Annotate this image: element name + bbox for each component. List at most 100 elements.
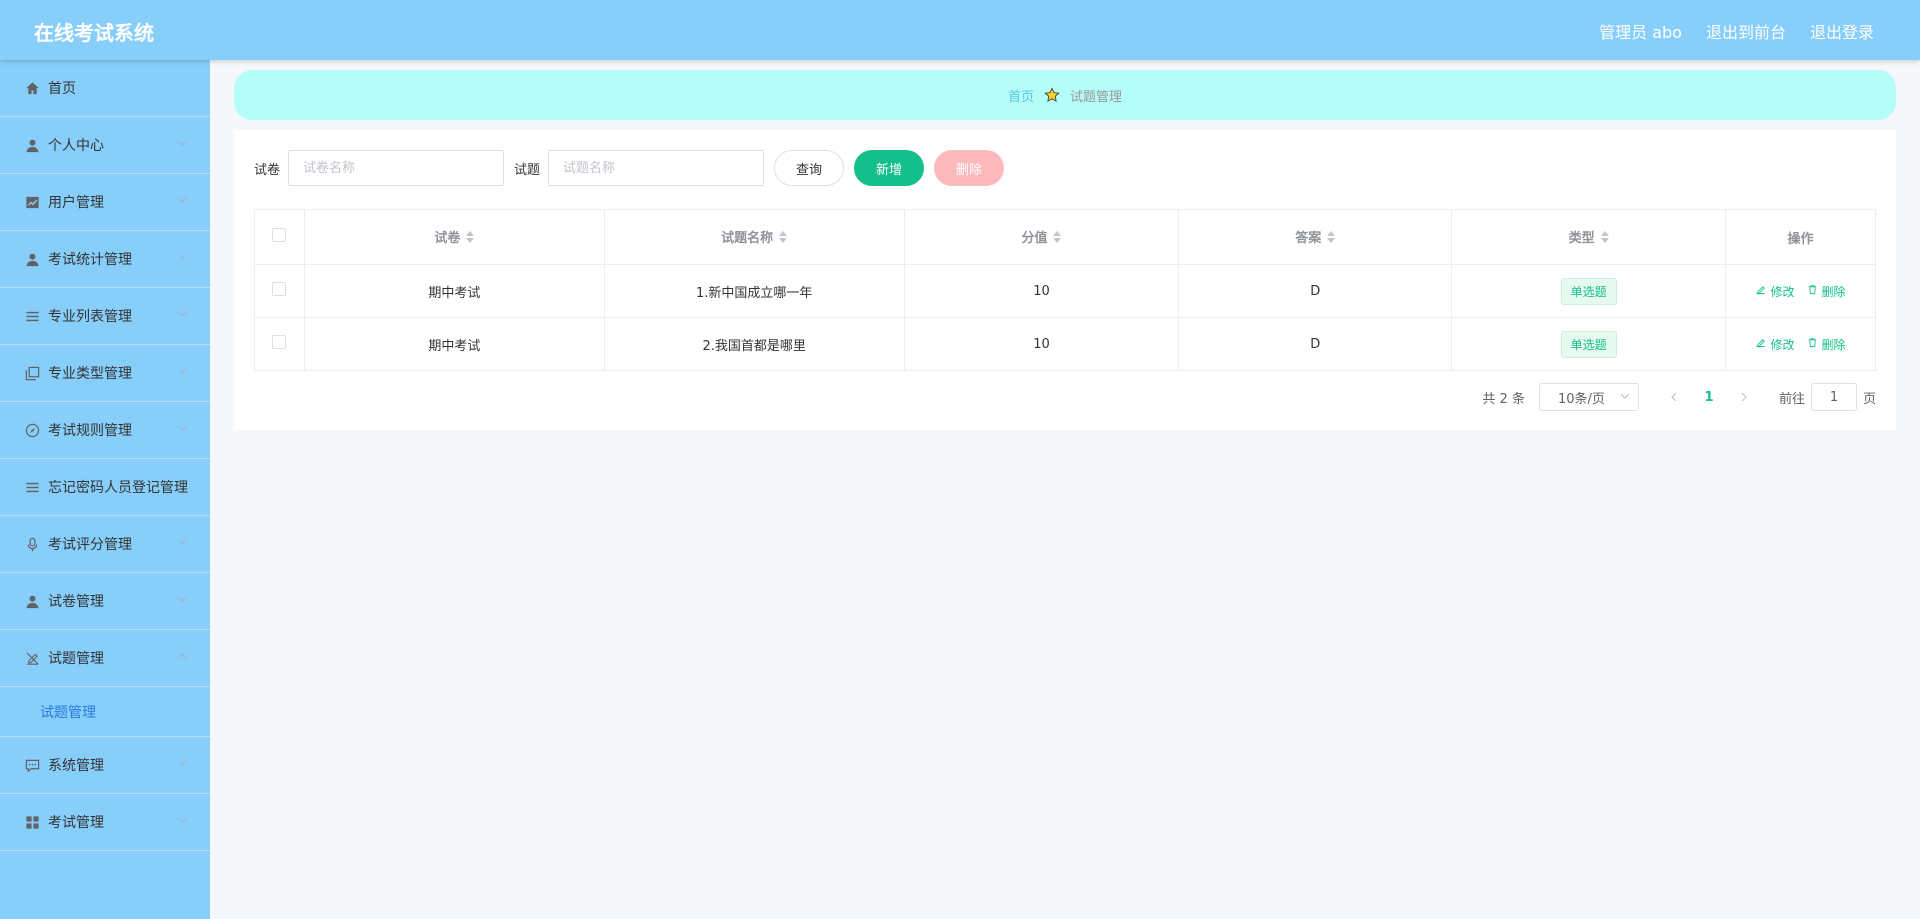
- table-row: 期中考试 2.我国首都是哪里 10 D 单选题 修改 删除: [254, 317, 1876, 371]
- chevron-down-icon: [176, 814, 188, 826]
- sidebar-item[interactable]: 专业列表管理: [0, 288, 210, 345]
- prev-page-button[interactable]: [1659, 383, 1689, 411]
- edit-label: 修改: [1770, 337, 1795, 352]
- chevron-down-icon: [176, 757, 188, 769]
- paper-filter-label: 试卷: [254, 162, 281, 178]
- select-all-checkbox[interactable]: [272, 228, 287, 242]
- chevron-down-icon: [176, 194, 188, 206]
- sidebar-item[interactable]: 考试评分管理: [0, 516, 210, 573]
- edit-button[interactable]: 修改: [1755, 283, 1795, 300]
- compass-icon: [24, 422, 40, 438]
- page-size-select[interactable]: 10条/页: [1538, 383, 1639, 411]
- chevron-down-icon: [176, 137, 188, 149]
- cell-actions: 修改 删除: [1725, 317, 1876, 371]
- chevron-down-icon: [176, 593, 188, 605]
- question-name-input[interactable]: [548, 150, 765, 186]
- sort-icon[interactable]: [779, 230, 788, 247]
- type-tag: 单选题: [1560, 330, 1617, 358]
- goto-suffix: 页: [1862, 391, 1876, 407]
- sidebar-item[interactable]: 首页: [0, 60, 210, 117]
- edit-button[interactable]: 修改: [1755, 336, 1795, 353]
- batch-delete-button[interactable]: 删除: [934, 150, 1005, 186]
- sidebar-item[interactable]: 用户管理: [0, 174, 210, 231]
- column-header-answer[interactable]: 答案: [1178, 209, 1453, 265]
- sidebar-item[interactable]: 专业类型管理: [0, 345, 210, 402]
- chat-icon: [24, 757, 40, 773]
- cell-type: 单选题: [1451, 264, 1727, 318]
- exit-to-front-link[interactable]: 退出到前台: [1706, 19, 1786, 43]
- goto-page: 前往 页: [1779, 383, 1876, 411]
- sidebar-item[interactable]: 考试管理: [0, 794, 210, 851]
- user-icon: [24, 137, 40, 153]
- cell-answer: D: [1178, 317, 1453, 371]
- sidebar-item[interactable]: 试卷管理: [0, 573, 210, 630]
- column-header-question[interactable]: 试题名称: [603, 209, 905, 265]
- breadcrumb-home[interactable]: 首页: [1008, 86, 1034, 105]
- sidebar-item-label: 考试评分管理: [48, 537, 132, 553]
- chevron-down-icon: [176, 536, 188, 548]
- column-header-label: 试题名称: [721, 231, 774, 247]
- sort-icon[interactable]: [466, 230, 475, 247]
- trash-icon: [1807, 284, 1822, 298]
- cell-score: 10: [903, 264, 1180, 318]
- select-all-cell: [254, 209, 305, 265]
- sidebar-item-label: 个人中心: [48, 138, 104, 154]
- question-filter-label: 试题: [514, 162, 541, 178]
- chevron-down-icon: [1620, 390, 1630, 405]
- table-row: 期中考试 1.新中国成立哪一年 10 D 单选题 修改 删除: [254, 264, 1876, 318]
- sort-icon[interactable]: [1053, 230, 1062, 247]
- home-icon: [24, 80, 40, 96]
- query-button[interactable]: 查询: [774, 150, 845, 186]
- sidebar-item[interactable]: 系统管理: [0, 737, 210, 794]
- column-header-label: 答案: [1295, 231, 1322, 247]
- sidebar-item[interactable]: 试题管理: [0, 630, 210, 687]
- app-title: 在线考试系统: [34, 21, 154, 45]
- type-tag: 单选题: [1560, 277, 1617, 305]
- delete-button[interactable]: 删除: [1807, 336, 1846, 353]
- row-checkbox[interactable]: [272, 282, 287, 296]
- edit-label: 修改: [1770, 284, 1795, 299]
- top-header: 在线考试系统 管理员 abo 退出到前台 退出登录: [0, 0, 1920, 60]
- sidebar-item[interactable]: 个人中心: [0, 117, 210, 174]
- column-header-paper[interactable]: 试卷: [303, 209, 605, 265]
- column-header-score[interactable]: 分值: [903, 209, 1180, 265]
- cell-paper: 期中考试: [303, 264, 605, 318]
- sidebar-subitem-questions[interactable]: 试题管理: [0, 687, 210, 737]
- chevron-down-icon: [176, 308, 188, 320]
- sort-icon[interactable]: [1600, 230, 1609, 247]
- sidebar-item-label: 系统管理: [48, 758, 104, 774]
- current-user-label: 管理员 abo: [1599, 23, 1682, 42]
- page-size-value: 10条/页: [1557, 391, 1605, 407]
- sidebar-item-label: 考试规则管理: [48, 423, 132, 439]
- next-page-button[interactable]: [1729, 383, 1759, 411]
- delete-button[interactable]: 删除: [1807, 283, 1846, 300]
- chart-icon: [24, 194, 40, 210]
- logout-link[interactable]: 退出登录: [1810, 19, 1874, 43]
- sidebar-item[interactable]: 忘记密码人员登记管理: [0, 459, 210, 516]
- copy-icon: [24, 365, 40, 381]
- sidebar-item-label: 考试统计管理: [48, 252, 132, 268]
- row-checkbox[interactable]: [272, 335, 287, 349]
- cell-actions: 修改 删除: [1725, 264, 1876, 318]
- sort-icon[interactable]: [1327, 230, 1336, 247]
- search-bar: 试卷 试题 查询 新增 删除: [254, 150, 1005, 186]
- pagination: 共 2 条 10条/页 1 前往 页: [1482, 383, 1876, 411]
- chevron-down-icon: [176, 422, 188, 434]
- star-icon: [1044, 87, 1060, 103]
- chevron-up-icon: [176, 650, 188, 662]
- paper-name-input[interactable]: [288, 150, 505, 186]
- column-header-label: 分值: [1021, 231, 1048, 247]
- column-header-type[interactable]: 类型: [1451, 209, 1727, 265]
- sidebar-item[interactable]: 考试统计管理: [0, 231, 210, 288]
- chevron-right-icon: [1741, 392, 1747, 402]
- sidebar-item-label: 试卷管理: [48, 594, 104, 610]
- page-number[interactable]: 1: [1689, 390, 1729, 405]
- add-button[interactable]: 新增: [854, 150, 925, 186]
- goto-page-input[interactable]: [1810, 383, 1857, 411]
- header-actions: 管理员 abo 退出到前台 退出登录: [1599, 19, 1874, 43]
- grid-icon: [24, 814, 40, 830]
- breadcrumb: 首页 试题管理: [234, 70, 1896, 120]
- sidebar-item[interactable]: 考试规则管理: [0, 402, 210, 459]
- column-header-label: 操作: [1787, 231, 1814, 247]
- edit-icon: [1755, 284, 1770, 298]
